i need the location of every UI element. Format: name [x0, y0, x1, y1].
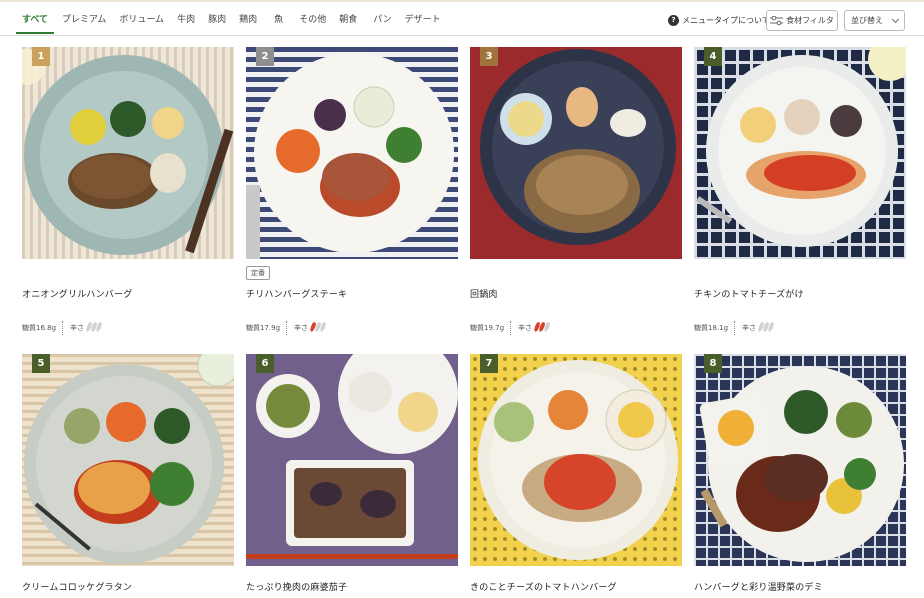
rank-badge: 6 [256, 354, 274, 373]
tab-chicken[interactable]: 鶏肉 [239, 10, 257, 34]
menu-meta: 糖質19.7g 辛さ [470, 321, 551, 335]
menu-photo[interactable]: 2 [246, 47, 458, 259]
carb-label: 糖質18.1g [694, 324, 729, 332]
menu-card[interactable]: 5 クリームコロッケグラタン [22, 354, 234, 593]
dish-photo [694, 47, 906, 259]
menu-name: 回鍋肉 [470, 290, 498, 300]
menu-name: オニオングリルハンバーグ [22, 290, 133, 300]
menu-card[interactable]: 1 オニオングリルハンバーグ 糖質16.8g 辛さ [22, 47, 234, 335]
spicy-level [85, 321, 103, 334]
tab-volume[interactable]: ボリューム [119, 10, 164, 34]
spicy-label: 辛さ [742, 324, 757, 332]
menu-card[interactable]: 2 定番 チリハンバーグステーキ 糖質17.9g 辛さ [246, 47, 458, 335]
tab-all[interactable]: すべて [16, 10, 55, 34]
tab-pork[interactable]: 豚肉 [208, 10, 226, 34]
menu-photo[interactable]: 3 [470, 47, 682, 259]
rank-badge: 7 [480, 354, 498, 373]
rank-badge: 4 [704, 47, 722, 66]
menu-meta: 糖質18.1g 辛さ [694, 321, 775, 335]
dish-photo [694, 354, 906, 566]
spicy-label: 辛さ [294, 324, 309, 332]
menu-type-help-label: メニュータイプについて [682, 16, 770, 25]
category-tabs: すべて プレミアム ボリューム 牛肉 豚肉 鶏肉 魚 その他 朝食 パン デザー… [16, 10, 454, 34]
carb-label: 糖質17.9g [246, 324, 281, 332]
menu-photo[interactable]: 6 [246, 354, 458, 566]
tab-bread[interactable]: パン [373, 10, 391, 34]
menu-meta: 糖質16.8g 辛さ [22, 321, 103, 335]
divider [510, 321, 512, 335]
dish-photo [246, 354, 458, 566]
spicy-label: 辛さ [518, 324, 533, 332]
carb-label: 糖質16.8g [22, 324, 57, 332]
divider [62, 321, 64, 335]
menu-meta: 糖質17.9g 辛さ [246, 321, 327, 335]
menu-card[interactable]: 7 きのことチーズのトマトハンバーグ [470, 354, 682, 593]
divider [286, 321, 288, 335]
menu-name: チリハンバーグステーキ [246, 290, 348, 300]
chevron-down-icon [891, 15, 900, 23]
rank-badge: 8 [704, 354, 722, 373]
dish-photo [470, 47, 682, 259]
tab-premium[interactable]: プレミアム [62, 10, 106, 34]
rank-badge: 1 [32, 47, 50, 66]
menu-name: ハンバーグと彩り温野菜のデミ [694, 583, 823, 593]
menu-name: たっぷり挽肉の麻婆茄子 [246, 583, 348, 593]
menu-photo[interactable]: 8 [694, 354, 906, 566]
tab-fish[interactable]: 魚 [274, 10, 283, 34]
dish-photo [22, 354, 234, 566]
tab-other[interactable]: その他 [299, 10, 326, 34]
menu-name: きのことチーズのトマトハンバーグ [470, 583, 617, 593]
spicy-level [309, 321, 327, 334]
rank-badge: 3 [480, 47, 498, 66]
category-tab-bar: すべて プレミアム ボリューム 牛肉 豚肉 鶏肉 魚 その他 朝食 パン デザー… [0, 0, 924, 36]
ingredient-filter-label: 食材フィルタ [786, 16, 834, 25]
menu-type-help-link[interactable]: ? メニュータイプについて [668, 15, 770, 26]
dish-photo [22, 47, 234, 259]
dish-photo [470, 354, 682, 566]
menu-card[interactable]: 8 ハンバーグと彩り温野菜のデミ [694, 354, 906, 593]
spicy-level [757, 321, 775, 334]
standard-tag: 定番 [246, 266, 270, 280]
spicy-level [533, 321, 551, 334]
menu-name: チキンのトマトチーズがけ [694, 290, 804, 300]
divider [734, 321, 736, 335]
rank-badge: 5 [32, 354, 50, 373]
filter-icon [770, 15, 784, 25]
carb-label: 糖質19.7g [470, 324, 505, 332]
menu-card[interactable]: 6 たっぷり挽肉の麻婆茄子 [246, 354, 458, 593]
ingredient-filter-button[interactable]: 食材フィルタ [766, 10, 838, 31]
menu-card[interactable]: 3 回鍋肉 糖質19.7g 辛さ [470, 47, 682, 335]
menu-photo[interactable]: 1 [22, 47, 234, 259]
sort-dropdown[interactable]: 並び替え [844, 10, 905, 31]
menu-photo[interactable]: 4 [694, 47, 906, 259]
tab-dessert[interactable]: デザート [405, 10, 441, 34]
spicy-label: 辛さ [70, 324, 85, 332]
menu-card[interactable]: 4 チキンのトマトチーズがけ 糖質18.1g 辛さ [694, 47, 906, 335]
rank-badge: 2 [256, 47, 274, 66]
sort-label: 並び替え [851, 16, 883, 25]
dish-photo [246, 47, 458, 259]
question-icon: ? [668, 15, 679, 26]
tab-breakfast[interactable]: 朝食 [339, 10, 357, 34]
menu-photo[interactable]: 5 [22, 354, 234, 566]
tab-beef[interactable]: 牛肉 [177, 10, 195, 34]
menu-photo[interactable]: 7 [470, 354, 682, 566]
menu-name: クリームコロッケグラタン [22, 583, 133, 593]
